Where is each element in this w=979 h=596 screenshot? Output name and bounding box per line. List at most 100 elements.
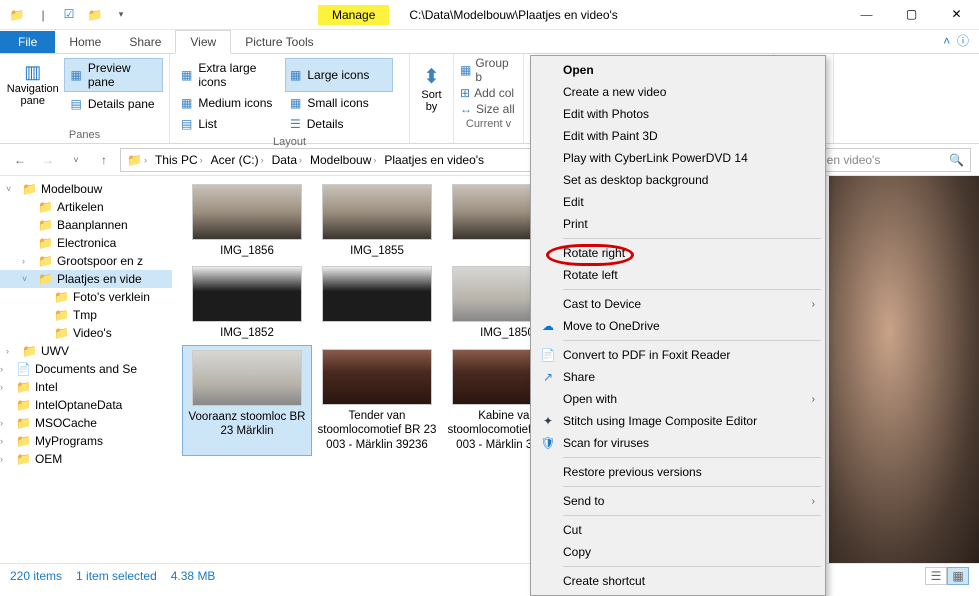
details-pane-button[interactable]: ▤Details pane <box>64 94 163 114</box>
maximize-button[interactable]: ▢ <box>889 0 934 29</box>
ctx-separator <box>563 457 821 458</box>
ctx-separator <box>563 515 821 516</box>
ctx-open[interactable]: Open <box>533 59 823 81</box>
preview-pane-button[interactable]: ▦Preview pane <box>64 58 163 92</box>
ribbon-help-icon[interactable]: ˄ ⓘ <box>933 28 979 53</box>
thumbnail-label: IMG_1852 <box>187 322 307 340</box>
tree-item[interactable]: ›📁MyPrograms <box>0 432 172 450</box>
thumbnail-image <box>192 266 302 322</box>
qat-customize-icon[interactable]: ▾ <box>110 4 132 26</box>
ctx-create-video[interactable]: Create a new video <box>533 81 823 103</box>
address-bar: ← → ˅ ↑ 📁› This PC› Acer (C:)› Data› Mod… <box>0 144 979 176</box>
ctx-copy[interactable]: Copy <box>533 541 823 563</box>
ctx-rotate-left[interactable]: Rotate left <box>533 264 823 286</box>
tree-item[interactable]: ›📄Documents and Se <box>0 360 172 378</box>
tab-view[interactable]: View <box>175 30 231 54</box>
details-view-button[interactable]: ☰ <box>925 567 947 585</box>
ctx-onedrive[interactable]: ☁Move to OneDrive <box>533 315 823 337</box>
ctx-paint3d[interactable]: Edit with Paint 3D <box>533 125 823 147</box>
ctx-share[interactable]: ↗Share <box>533 366 823 388</box>
ctx-separator <box>563 340 821 341</box>
ribbon-group-layout: ▦Extra large icons ▦Large icons ▦Medium … <box>170 54 410 143</box>
tree-item[interactable]: ›📁Intel <box>0 378 172 396</box>
file-thumbnail[interactable]: Tender van stoomlocomotief BR 23 003 - M… <box>312 345 442 456</box>
file-tab[interactable]: File <box>0 31 55 53</box>
forward-button[interactable]: → <box>36 148 60 172</box>
ctx-open-with[interactable]: Open with› <box>533 388 823 410</box>
file-thumbnail[interactable]: IMG_1852 <box>182 262 312 344</box>
layout-details[interactable]: ☰Details <box>285 114 393 134</box>
history-dropdown[interactable]: ˅ <box>64 148 88 172</box>
tree-item[interactable]: 📁Video's <box>0 324 172 342</box>
ctx-scan[interactable]: 🛡Scan for viruses <box>533 432 823 454</box>
tree-item[interactable]: 📁Artikelen <box>0 198 172 216</box>
ice-icon: ✦ <box>539 414 557 428</box>
chevron-right-icon: › <box>812 394 815 405</box>
ctx-print[interactable]: Print <box>533 213 823 235</box>
breadcrumb[interactable]: This PC› <box>151 153 207 167</box>
layout-medium-icons[interactable]: ▦Medium icons <box>176 93 284 113</box>
thumbnails-view-button[interactable]: ▦ <box>947 567 969 585</box>
thumbnail-label <box>317 322 437 326</box>
tree-item[interactable]: 📁Electronica <box>0 234 172 252</box>
file-thumbnail[interactable] <box>312 262 442 344</box>
status-size: 4.38 MB <box>171 569 216 583</box>
ctx-cut[interactable]: Cut <box>533 519 823 541</box>
close-button[interactable]: ✕ <box>934 0 979 29</box>
ctx-foxit[interactable]: 📄Convert to PDF in Foxit Reader <box>533 344 823 366</box>
layout-extra-large-icons[interactable]: ▦Extra large icons <box>176 58 284 92</box>
ctx-send-to[interactable]: Send to› <box>533 490 823 512</box>
tree-item[interactable]: ›📁OEM <box>0 450 172 468</box>
tab-picture-tools[interactable]: Picture Tools <box>231 31 327 53</box>
folder-icon[interactable]: 📁 <box>6 4 28 26</box>
tree-item[interactable]: 📁Tmp <box>0 306 172 324</box>
file-thumbnail[interactable]: IMG_1855 <box>312 180 442 262</box>
new-folder-icon[interactable]: 📁 <box>84 4 106 26</box>
add-columns-button[interactable]: ⊞Add col <box>460 86 517 100</box>
ctx-stitch[interactable]: ✦Stitch using Image Composite Editor <box>533 410 823 432</box>
ctx-separator <box>563 566 821 567</box>
up-button[interactable]: ↑ <box>92 148 116 172</box>
share-icon: ↗ <box>539 370 557 384</box>
ctx-restore[interactable]: Restore previous versions <box>533 461 823 483</box>
ctx-edit-photos[interactable]: Edit with Photos <box>533 103 823 125</box>
tree-item[interactable]: ›📁MSOCache <box>0 414 172 432</box>
navigation-pane-button[interactable]: ▥ Navigation pane <box>6 58 60 114</box>
tree-item[interactable]: ›📁UWV <box>0 342 172 360</box>
tab-share[interactable]: Share <box>115 31 175 53</box>
thumbnail-label: IMG_1856 <box>187 240 307 258</box>
navigation-tree[interactable]: ˅📁Modelbouw 📁Artikelen 📁Baanplannen 📁Ele… <box>0 176 172 563</box>
file-thumbnail[interactable]: IMG_1856 <box>182 180 312 262</box>
ctx-rotate-right[interactable]: Rotate right <box>533 242 823 264</box>
tree-item[interactable]: ›📁Grootspoor en z <box>0 252 172 270</box>
tree-item[interactable]: 📁Baanplannen <box>0 216 172 234</box>
breadcrumb[interactable]: Plaatjes en video's <box>380 153 488 167</box>
breadcrumb[interactable]: Data› <box>268 153 306 167</box>
window-title: C:\Data\Modelbouw\Plaatjes en video's <box>409 8 617 22</box>
group-by-button[interactable]: ▦Group b <box>460 56 517 84</box>
layout-small-icons[interactable]: ▦Small icons <box>285 93 393 113</box>
tree-item[interactable]: 📁IntelOptaneData <box>0 396 172 414</box>
breadcrumb[interactable]: Modelbouw› <box>306 153 380 167</box>
tree-item[interactable]: 📁Foto's verklein <box>0 288 172 306</box>
properties-icon[interactable]: ☑ <box>58 4 80 26</box>
ctx-edit[interactable]: Edit <box>533 191 823 213</box>
size-columns-button[interactable]: ↔Size all <box>460 102 517 116</box>
layout-list[interactable]: ▤List <box>176 114 284 134</box>
tab-home[interactable]: Home <box>55 31 115 53</box>
breadcrumb[interactable]: Acer (C:)› <box>207 153 268 167</box>
tree-item-current[interactable]: ˅📁Plaatjes en vide <box>0 270 172 288</box>
contextual-tab-manage[interactable]: Manage <box>318 5 389 25</box>
minimize-button[interactable]: — <box>844 0 889 29</box>
ctx-set-background[interactable]: Set as desktop background <box>533 169 823 191</box>
back-button[interactable]: ← <box>8 148 32 172</box>
thumbnail-image <box>322 184 432 240</box>
thumbnail-label: IMG_1855 <box>317 240 437 258</box>
sort-by-button[interactable]: ⬍ Sort by <box>410 54 454 143</box>
file-thumbnail[interactable]: Vooraanz stoomloc BR 23 Märklin <box>182 345 312 456</box>
ctx-create-shortcut[interactable]: Create shortcut <box>533 570 823 592</box>
ctx-cast[interactable]: Cast to Device› <box>533 293 823 315</box>
ctx-powerdvd[interactable]: Play with CyberLink PowerDVD 14 <box>533 147 823 169</box>
tree-item[interactable]: ˅📁Modelbouw <box>0 180 172 198</box>
layout-large-icons[interactable]: ▦Large icons <box>285 58 393 92</box>
